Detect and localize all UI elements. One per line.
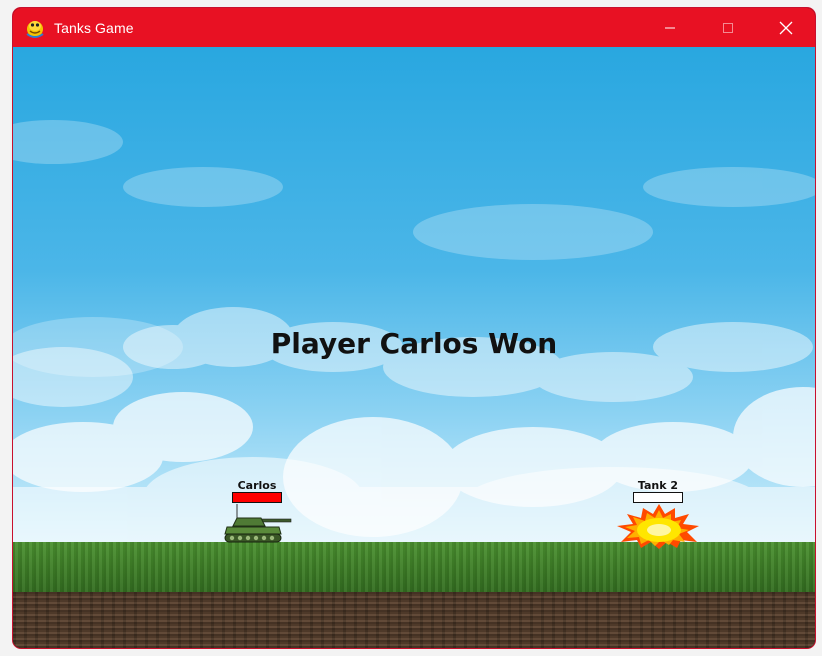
dirt-ground xyxy=(13,592,815,648)
pygame-snake-icon xyxy=(26,20,44,38)
player1-tank[interactable] xyxy=(223,504,295,546)
minimize-button[interactable] xyxy=(641,8,699,47)
game-window: Tanks Game Player Carlos Won Carlos Tank… xyxy=(13,8,815,648)
minimize-icon xyxy=(665,27,675,28)
clouds xyxy=(13,120,815,542)
game-canvas[interactable]: Player Carlos Won Carlos Tank 2 xyxy=(13,47,815,648)
window-controls xyxy=(641,8,815,47)
close-button[interactable] xyxy=(757,8,815,47)
explosion xyxy=(617,504,699,549)
maximize-icon xyxy=(723,22,733,33)
player1-health-bar xyxy=(232,492,282,503)
close-icon xyxy=(779,21,793,34)
player2-name: Tank 2 xyxy=(637,479,679,492)
title-bar[interactable]: Tanks Game xyxy=(13,8,815,47)
win-message: Player Carlos Won xyxy=(270,327,558,360)
player1-name: Carlos xyxy=(237,479,277,492)
window-title: Tanks Game xyxy=(54,19,134,36)
maximize-button[interactable] xyxy=(699,8,757,47)
player1-health-fill xyxy=(233,493,281,502)
sky-background xyxy=(13,47,815,542)
